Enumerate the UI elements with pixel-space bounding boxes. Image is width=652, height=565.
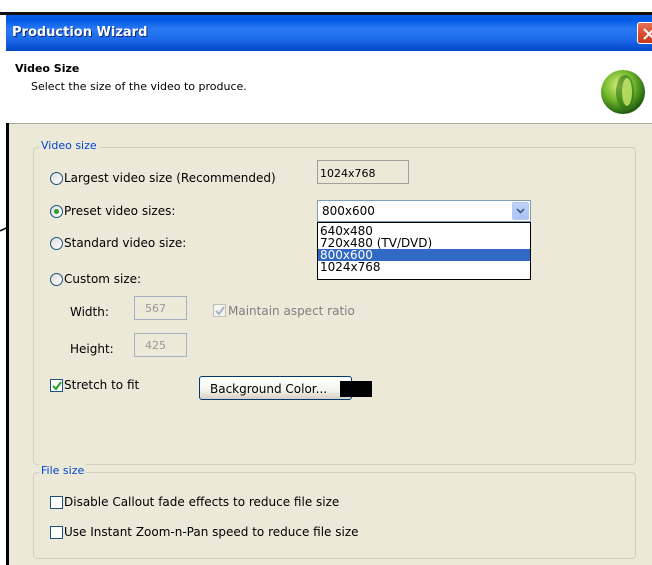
largest-size-radio[interactable]	[50, 172, 63, 185]
stretch-to-fit-checkbox[interactable]	[50, 379, 63, 392]
preset-size-select[interactable]: 800x600	[317, 200, 531, 222]
camtasia-logo-icon	[601, 70, 645, 114]
instant-zoom-checkbox[interactable]	[50, 526, 63, 539]
page-title: Video Size	[15, 62, 80, 75]
custom-size-radio[interactable]	[50, 273, 63, 286]
preset-size-label: Preset video sizes:	[64, 204, 176, 218]
stretch-to-fit-label: Stretch to fit	[64, 378, 140, 392]
largest-size-value: 1024x768	[317, 160, 409, 184]
close-icon	[643, 28, 652, 40]
instant-zoom-label: Use Instant Zoom-n-Pan speed to reduce f…	[64, 525, 359, 539]
disable-fade-label: Disable Callout fade effects to reduce f…	[64, 495, 340, 509]
wizard-header: Video Size Select the size of the video …	[6, 51, 652, 124]
width-input-value: 567	[145, 302, 166, 315]
window-title: Production Wizard	[12, 25, 148, 40]
preset-size-dropdown-list: 640x480 720x480 (TV/DVD) 800x600 1024x76…	[317, 222, 531, 280]
preset-size-dropdown-button[interactable]	[512, 202, 529, 220]
chevron-down-icon	[516, 208, 525, 214]
largest-size-value-text: 1024x768	[320, 167, 376, 180]
page-subtitle: Select the size of the video to produce.	[31, 80, 247, 93]
background-color-preview	[340, 381, 372, 397]
standard-size-label: Standard video size:	[64, 236, 187, 250]
production-wizard-window: Production Wizard Video Size Select the …	[6, 15, 652, 565]
background-color-button[interactable]: Background Color...	[199, 376, 352, 400]
maintain-aspect-checkbox[interactable]	[213, 304, 226, 317]
title-bar[interactable]: Production Wizard	[6, 15, 652, 51]
preset-option-1024x768[interactable]: 1024x768	[318, 261, 530, 273]
width-input[interactable]: 567	[134, 296, 187, 320]
height-label: Height:	[70, 342, 114, 356]
disable-fade-checkbox[interactable]	[50, 496, 63, 509]
video-size-legend: Video size	[39, 139, 99, 152]
custom-size-label: Custom size:	[64, 272, 142, 286]
left-edge-bar	[6, 123, 9, 565]
height-input[interactable]: 425	[134, 333, 187, 357]
maintain-aspect-label: Maintain aspect ratio	[228, 304, 355, 318]
width-label: Width:	[70, 305, 109, 319]
largest-size-label: Largest video size (Recommended)	[64, 171, 276, 185]
file-size-legend: File size	[39, 464, 87, 477]
checkmark-icon	[215, 306, 225, 316]
height-input-value: 425	[145, 339, 166, 352]
preset-size-selected-value: 800x600	[322, 204, 375, 218]
preset-size-radio[interactable]	[50, 205, 63, 218]
standard-size-radio[interactable]	[50, 237, 63, 250]
close-button[interactable]	[637, 22, 652, 44]
checkmark-icon	[52, 381, 62, 391]
file-size-group	[33, 472, 636, 559]
background-color-button-label: Background Color...	[210, 382, 328, 396]
radio-selected-dot	[54, 209, 59, 214]
